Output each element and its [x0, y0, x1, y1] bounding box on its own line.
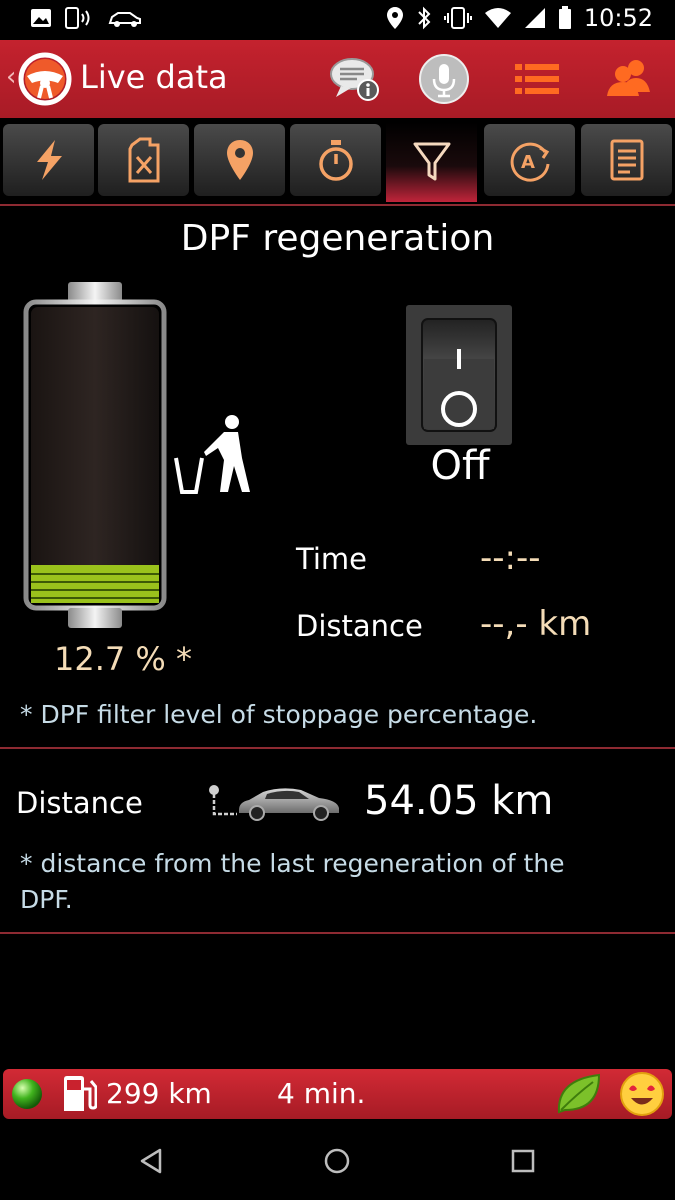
tab-fuel[interactable] [98, 124, 189, 196]
battery-fill-stripe [31, 589, 159, 591]
svg-text:A: A [521, 152, 535, 173]
filter-level-footnote: * DPF filter level of stoppage percentag… [20, 700, 538, 729]
divider [0, 747, 675, 749]
steering-wheel-logo-icon[interactable] [18, 52, 72, 106]
battery-fill-stripe [31, 573, 159, 575]
time-label: Time [296, 542, 367, 576]
user-icon[interactable] [603, 52, 657, 106]
car-icon [108, 12, 141, 27]
document-icon [610, 139, 643, 181]
dpf-level-battery [23, 282, 167, 628]
fuel-pump-icon [64, 1076, 97, 1111]
home-nav-icon[interactable] [323, 1147, 351, 1175]
divider [0, 204, 675, 206]
last-regen-footnote-line2: DPF. [20, 885, 73, 914]
distance-label: Distance [296, 609, 423, 643]
page-title: Live data [80, 58, 228, 96]
microphone-icon[interactable] [417, 52, 471, 106]
back-nav-icon[interactable] [138, 1147, 164, 1175]
clock: 10:52 [583, 4, 653, 32]
wifi-icon [484, 8, 511, 28]
status-dot-icon [12, 1079, 42, 1109]
dpf-regen-switch [406, 305, 512, 445]
lightning-icon [36, 140, 62, 180]
back-button[interactable]: ‹ [6, 62, 16, 92]
fuel-canister-icon [128, 137, 159, 183]
distance-value: --,- km [480, 604, 592, 644]
system-nav-bar [0, 1120, 675, 1200]
dpf-filter-level: 12.7 % * [54, 640, 192, 678]
image-icon [31, 9, 51, 27]
location-icon [386, 7, 403, 29]
time-value: --:-- [480, 538, 541, 578]
last-regen-distance-value: 54.05 km [364, 778, 554, 824]
tab-bar: A [0, 118, 675, 202]
auto-icon: A [510, 142, 549, 182]
smiley-icon [620, 1072, 664, 1116]
trip-duration: 4 min. [277, 1077, 366, 1110]
system-status-bar: 10:52 [0, 0, 675, 40]
leaf-icon [557, 1073, 601, 1114]
cell-signal-icon [524, 8, 545, 28]
chat-info-icon[interactable] [327, 52, 381, 106]
car-odometer-icon [209, 785, 339, 821]
last-regen-distance-label: Distance [16, 786, 143, 820]
tab-power[interactable] [3, 124, 94, 196]
tab-dpf[interactable] [386, 122, 477, 202]
battery-fill-stripe [31, 581, 159, 583]
switch-state-label: Off [430, 443, 490, 489]
trip-status-bar: 299 km 4 min. [3, 1069, 672, 1119]
divider [0, 932, 675, 934]
section-title: DPF regeneration [180, 218, 495, 259]
stopwatch-icon [318, 140, 353, 181]
fuel-range: 299 km [106, 1077, 212, 1110]
tab-report[interactable] [581, 124, 672, 196]
tab-auto[interactable]: A [484, 124, 575, 196]
tab-location[interactable] [194, 124, 285, 196]
filter-icon [413, 142, 450, 181]
battery-icon [558, 6, 571, 29]
tab-timer[interactable] [290, 124, 381, 196]
last-regen-footnote-line1: * distance from the last regeneration of… [20, 849, 565, 878]
menu-list-icon[interactable] [510, 52, 564, 106]
map-pin-icon [226, 140, 253, 180]
vibrate-icon [443, 7, 472, 29]
recents-nav-icon[interactable] [511, 1149, 535, 1173]
battery-fill-stripe [31, 597, 159, 599]
bluetooth-icon [418, 6, 431, 30]
trash-person-icon [174, 415, 250, 494]
app-bar: ‹ Live data [0, 40, 675, 118]
phone-signal-icon [65, 7, 90, 29]
